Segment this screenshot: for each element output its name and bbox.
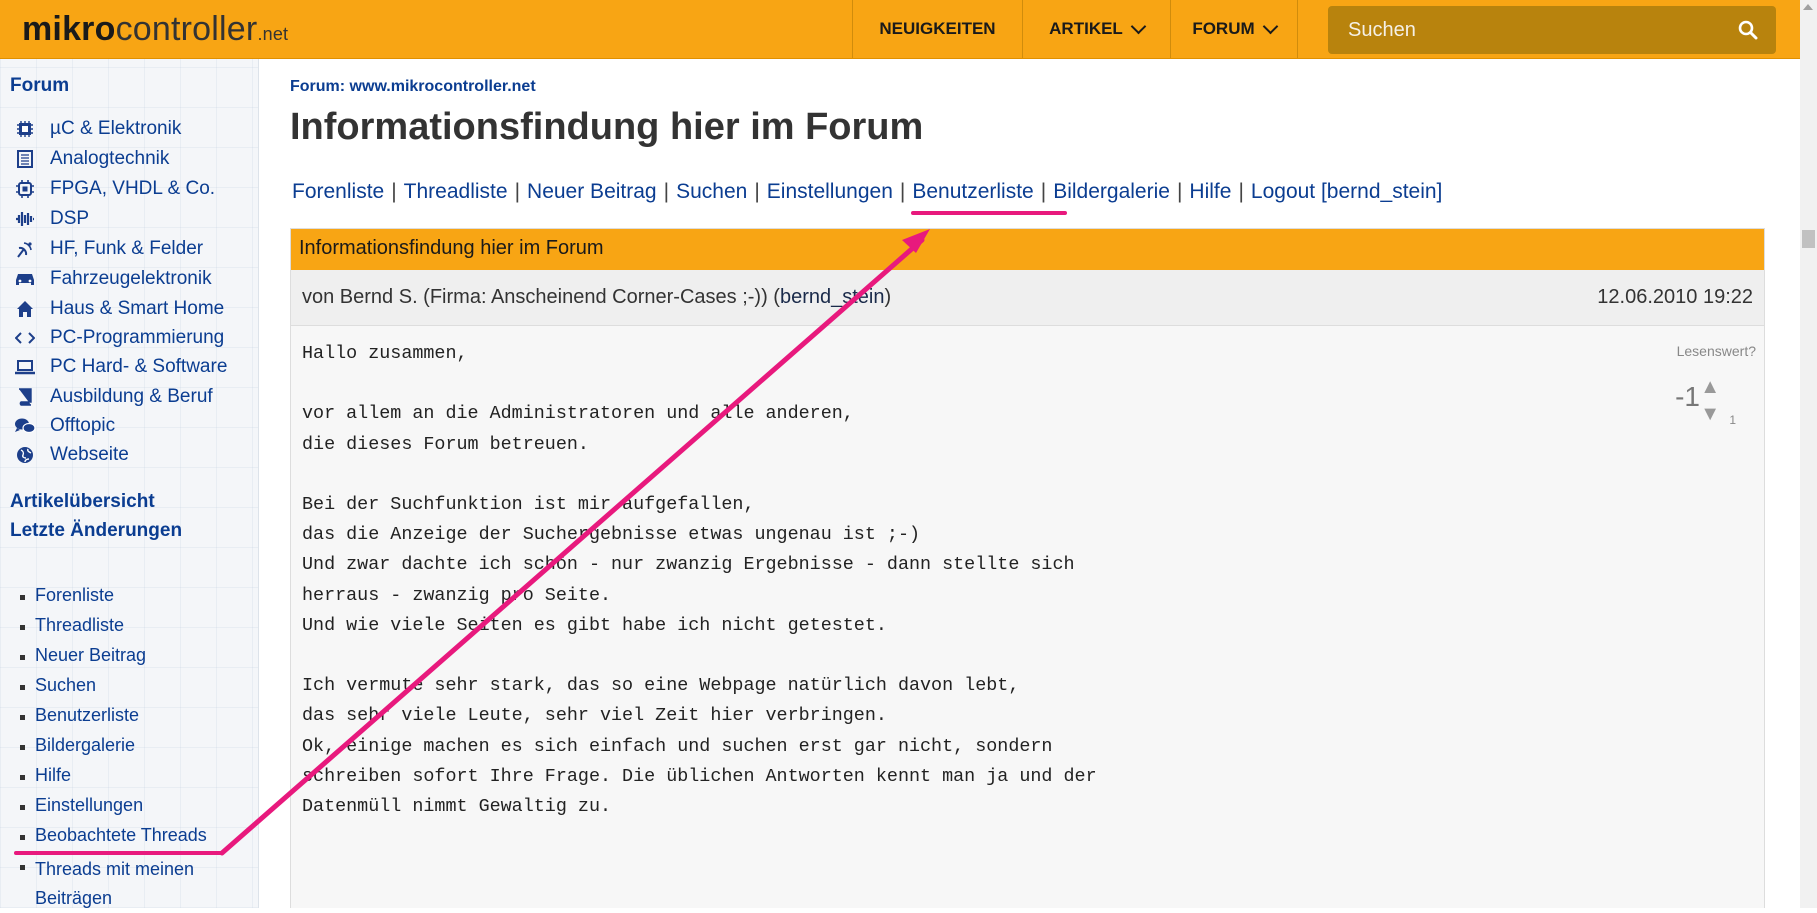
sidebar-category[interactable]: Fahrzeugelektronik: [14, 268, 212, 290]
action-forenliste[interactable]: Forenliste: [292, 180, 384, 203]
sidebar-latest-changes[interactable]: Letzte Änderungen: [10, 520, 182, 542]
bullet: [20, 655, 25, 660]
action-benutzerliste[interactable]: Benutzerliste: [912, 180, 1033, 203]
sidebar-link-beobachtete-threads[interactable]: Beobachtete Threads: [20, 825, 207, 846]
nav-neuigkeiten[interactable]: NEUIGKEITEN: [852, 0, 1022, 58]
bullet: [20, 805, 25, 810]
main-nav: NEUIGKEITEN ARTIKEL FORUM: [852, 0, 1317, 58]
book-icon: [14, 387, 36, 407]
vote-down-icon[interactable]: ▼: [1700, 403, 1720, 426]
action-threadliste[interactable]: Threadliste: [404, 180, 508, 203]
scrollbar-thumb[interactable]: [1802, 230, 1815, 248]
chevron-down-icon: [1262, 18, 1278, 35]
analog-icon: [14, 149, 36, 169]
code-icon: [14, 328, 36, 348]
sidebar-category[interactable]: HF, Funk & Felder: [14, 238, 203, 260]
sidebar-category[interactable]: PC Hard- & Software: [14, 356, 227, 378]
separator: |: [1238, 180, 1244, 203]
sidebar-category[interactable]: FPGA, VHDL & Co.: [14, 178, 215, 200]
rating-label: Lesenswert?: [1676, 343, 1756, 359]
bullet: [20, 865, 25, 870]
action-einstellungen[interactable]: Einstellungen: [767, 180, 893, 203]
chevron-down-icon: [1130, 18, 1147, 35]
sidebar-link-benutzerliste[interactable]: Benutzerliste: [20, 705, 139, 726]
nav-divider: [1297, 0, 1317, 58]
sidebar-category[interactable]: Analogtechnik: [14, 148, 169, 170]
sidebar-link-suchen[interactable]: Suchen: [20, 675, 96, 696]
sidebar: Forum µC & Elektronik Analogtechnik FPGA…: [0, 59, 259, 908]
bullet: [20, 775, 25, 780]
waveform-icon: [14, 209, 36, 229]
post-author: von Bernd S. (Firma: Anscheinend Corner-…: [302, 286, 892, 308]
vote-up-icon[interactable]: ▲: [1700, 376, 1720, 399]
chip-icon: [14, 119, 36, 139]
separator: |: [899, 180, 906, 203]
bullet: [20, 715, 25, 720]
sidebar-category[interactable]: DSP: [14, 208, 89, 230]
nav-forum[interactable]: FORUM: [1170, 0, 1297, 58]
bullet: [20, 625, 25, 630]
post-meta: von Bernd S. (Firma: Anscheinend Corner-…: [291, 270, 1764, 326]
bullet: [20, 835, 25, 840]
rating-count: 1: [1729, 413, 1736, 427]
search-icon[interactable]: [1738, 20, 1758, 40]
search-box: [1328, 6, 1776, 54]
rating-widget: Lesenswert? -1 ▲ ▼ 1: [1646, 343, 1756, 433]
nav-artikel[interactable]: ARTIKEL: [1022, 0, 1170, 58]
sidebar-category[interactable]: Webseite: [14, 444, 129, 466]
separator: |: [663, 180, 670, 203]
sidebar-link-threads-mit-meinen-beitraegen[interactable]: Threads mit meinen Beiträgen: [20, 855, 220, 913]
globe-icon: [14, 445, 36, 465]
post-body: Hallo zusammen, vor allem an die Adminis…: [302, 343, 1097, 818]
site-logo[interactable]: mikrocontroller.net: [22, 10, 288, 49]
sidebar-category[interactable]: PC-Programmierung: [14, 327, 224, 349]
action-logout[interactable]: Logout [bernd_stein]: [1251, 180, 1442, 203]
sidebar-category[interactable]: Haus & Smart Home: [14, 298, 224, 320]
antenna-icon: [14, 239, 36, 259]
bullet: [20, 595, 25, 600]
sidebar-article-overview[interactable]: Artikelübersicht: [10, 491, 155, 513]
sidebar-category[interactable]: Offtopic: [14, 415, 115, 437]
separator: |: [1176, 180, 1183, 203]
top-bar: mikrocontroller.net NEUIGKEITEN ARTIKEL …: [0, 0, 1800, 59]
sidebar-title[interactable]: Forum: [10, 75, 69, 97]
bullet: [20, 685, 25, 690]
processor-icon: [14, 179, 36, 199]
sidebar-link-einstellungen[interactable]: Einstellungen: [20, 795, 143, 816]
page-title: Informationsfindung hier im Forum: [290, 106, 924, 148]
sidebar-link-hilfe[interactable]: Hilfe: [20, 765, 71, 786]
laptop-icon: [14, 357, 36, 377]
sidebar-link-neuer-beitrag[interactable]: Neuer Beitrag: [20, 645, 146, 666]
sidebar-link-forenliste[interactable]: Forenliste: [20, 585, 114, 606]
separator: |: [754, 180, 760, 203]
search-input[interactable]: [1346, 17, 1738, 43]
car-icon: [14, 269, 36, 289]
chat-icon: [14, 416, 36, 436]
action-bildergalerie[interactable]: Bildergalerie: [1053, 180, 1170, 203]
scroll-up-icon[interactable]: [1803, 4, 1813, 10]
sidebar-link-bildergalerie[interactable]: Bildergalerie: [20, 735, 135, 756]
separator: |: [1040, 180, 1047, 203]
post-date: 12.06.2010 19:22: [1597, 286, 1753, 308]
action-suchen[interactable]: Suchen: [676, 180, 747, 203]
house-icon: [14, 299, 36, 319]
forum-post: Informationsfindung hier im Forum von Be…: [290, 228, 1765, 908]
sidebar-category[interactable]: µC & Elektronik: [14, 118, 181, 140]
rating-score: -1: [1675, 381, 1700, 412]
sidebar-link-threadliste[interactable]: Threadliste: [20, 615, 124, 636]
post-subject: Informationsfindung hier im Forum: [291, 229, 1764, 270]
action-hilfe[interactable]: Hilfe: [1189, 180, 1231, 203]
sidebar-category[interactable]: Ausbildung & Beruf: [14, 386, 213, 408]
breadcrumb[interactable]: Forum: www.mikrocontroller.net: [290, 78, 536, 96]
separator: |: [514, 180, 521, 203]
author-username-link[interactable]: bernd_stein: [780, 286, 885, 308]
scrollbar[interactable]: [1800, 0, 1817, 908]
forum-actions: Forenliste | Threadliste | Neuer Beitrag | Suc…: [292, 180, 1442, 204]
action-neuer-beitrag[interactable]: Neuer Beitrag: [527, 180, 657, 203]
bullet: [20, 745, 25, 750]
separator: |: [391, 180, 397, 203]
